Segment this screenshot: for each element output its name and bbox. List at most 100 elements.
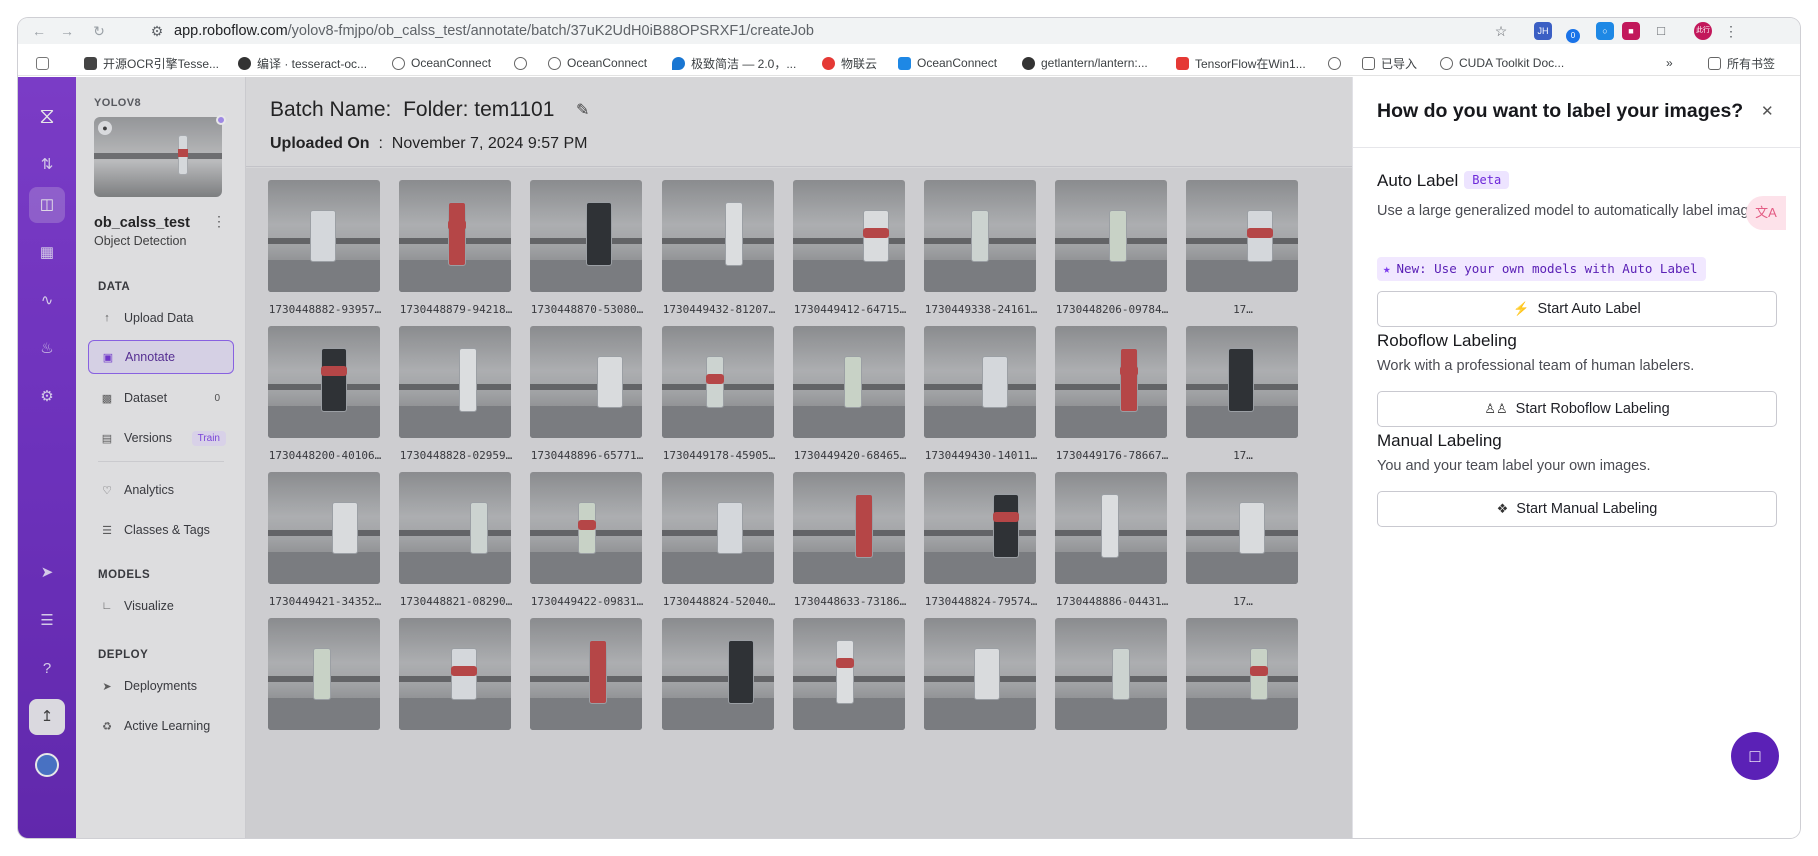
image-thumbnail[interactable] <box>1186 618 1298 730</box>
back-arrow-icon[interactable]: ← <box>30 22 48 40</box>
forward-arrow-icon[interactable]: → <box>58 22 76 40</box>
pencil-icon[interactable]: ✎ <box>576 100 589 120</box>
image-thumbnail[interactable] <box>399 326 511 438</box>
notification-bell-icon[interactable]: ♨ <box>29 331 65 367</box>
batch-name: Batch Name: Folder: tem1101 <box>270 98 554 122</box>
bookmark-item[interactable]: 编译 · tesseract-oc... <box>238 55 367 71</box>
image-thumbnail[interactable] <box>399 472 511 584</box>
sidebar-item-annotate[interactable]: ▣ Annotate <box>88 340 234 374</box>
image-thumbnail[interactable] <box>1055 472 1167 584</box>
extension-jh-icon[interactable]: JH <box>1534 22 1552 40</box>
extension-badge[interactable]: 0 <box>1566 29 1580 43</box>
image-thumbnail[interactable] <box>1186 180 1298 292</box>
translate-float-button[interactable]: 文A <box>1746 196 1786 230</box>
sidebar-item-dataset[interactable]: ▩ Dataset 0 <box>88 381 234 415</box>
image-thumbnail[interactable] <box>399 180 511 292</box>
roboflow-logo-icon[interactable]: ⧖ <box>29 98 65 134</box>
url-text[interactable]: app.roboflow.com/yolov8-fmjpo/ob_calss_t… <box>174 23 814 39</box>
address-bar[interactable]: ⚙ app.roboflow.com/yolov8-fmjpo/ob_calss… <box>140 20 1520 42</box>
chat-icon[interactable]: □ <box>1731 732 1779 780</box>
project-thumbnail[interactable]: ● <box>94 117 222 197</box>
image-thumbnail[interactable] <box>268 180 380 292</box>
image-thumbnail[interactable] <box>1186 472 1298 584</box>
start-auto-label-button[interactable]: ⚡ Start Auto Label <box>1377 291 1777 327</box>
help-icon[interactable]: ? <box>29 651 65 687</box>
reload-icon[interactable]: ↻ <box>90 22 108 40</box>
image-thumbnail[interactable] <box>924 180 1036 292</box>
image-thumbnail[interactable] <box>1055 180 1167 292</box>
auto-label-new-chip-text: New: Use your own models with Auto Label <box>1396 261 1698 276</box>
sidebar-item-analytics[interactable]: ♡ Analytics <box>88 473 234 507</box>
workspace-tag[interactable]: YOLOV8 <box>94 97 141 109</box>
image-thumbnail[interactable] <box>793 618 905 730</box>
site-settings-icon[interactable]: ⚙ <box>148 22 166 40</box>
image-thumbnail[interactable] <box>924 472 1036 584</box>
sidebar-item-visualize[interactable]: ∟ Visualize <box>88 589 234 623</box>
sidebar-item-versions[interactable]: ▤ Versions Train <box>88 421 234 455</box>
profile-avatar[interactable]: 此行 <box>1694 22 1712 40</box>
image-thumbnail[interactable] <box>793 180 905 292</box>
image-thumbnail[interactable] <box>924 326 1036 438</box>
bookmark-item[interactable]: OceanConnect <box>392 55 491 71</box>
user-avatar[interactable] <box>29 747 65 783</box>
extension-red-icon[interactable]: ■ <box>1622 22 1640 40</box>
start-manual-labeling-button[interactable]: ❖ Start Manual Labeling <box>1377 491 1777 527</box>
analytics-chart-icon[interactable]: ∿ <box>29 283 65 319</box>
image-thumbnail[interactable] <box>268 326 380 438</box>
workflow-icon[interactable]: ▦ <box>29 235 65 271</box>
image-thumbnail[interactable] <box>530 472 642 584</box>
sidebar-item-classes-tags[interactable]: ☰ Classes & Tags <box>88 513 234 547</box>
all-bookmarks-button[interactable]: 所有书签 <box>1708 55 1775 71</box>
rocket-icon[interactable]: ➤ <box>29 555 65 591</box>
image-thumbnail[interactable] <box>793 326 905 438</box>
sort-arrows-icon[interactable]: ⇅ <box>29 147 65 183</box>
image-thumbnail[interactable] <box>1055 326 1167 438</box>
globe-icon <box>392 56 405 70</box>
image-thumbnail[interactable] <box>268 618 380 730</box>
start-roboflow-labeling-button[interactable]: ♙♙ Start Roboflow Labeling <box>1377 391 1777 427</box>
sidebar-item-upload-data[interactable]: ↑ Upload Data <box>88 301 234 335</box>
project-menu-icon[interactable]: ⋮ <box>212 213 226 230</box>
bookmarks-overflow-button[interactable]: » <box>1666 55 1673 71</box>
image-thumbnail[interactable] <box>399 618 511 730</box>
sidebar-item-active-learning[interactable]: ♻ Active Learning <box>88 709 234 743</box>
image-thumbnail[interactable] <box>530 180 642 292</box>
bookmark-item[interactable]: OceanConnect <box>898 55 997 71</box>
image-caption: 1730448633-73186… <box>793 595 907 608</box>
lightning-icon: ⚡ <box>1513 301 1530 316</box>
image-thumbnail[interactable] <box>924 618 1036 730</box>
inbox-icon[interactable]: ◫ <box>29 187 65 223</box>
bookmark-item[interactable]: OceanConnect <box>548 55 647 71</box>
settings-gear-icon[interactable]: ⚙ <box>29 379 65 415</box>
image-thumbnail[interactable] <box>530 326 642 438</box>
bookmark-item[interactable]: CUDA Toolkit Doc... <box>1440 55 1564 71</box>
image-thumbnail[interactable] <box>1186 326 1298 438</box>
sidebar-item-deployments[interactable]: ➤ Deployments <box>88 669 234 703</box>
image-thumbnail[interactable] <box>662 618 774 730</box>
apps-grid-icon[interactable] <box>36 55 55 71</box>
translate-extension-icon[interactable]: ○ <box>1596 22 1614 40</box>
library-books-icon[interactable]: ☰ <box>29 603 65 639</box>
bookmark-item[interactable] <box>514 55 533 71</box>
image-thumbnail[interactable] <box>268 472 380 584</box>
close-icon[interactable]: ✕ <box>1761 102 1774 120</box>
image-thumbnail[interactable] <box>530 618 642 730</box>
bookmark-star-icon[interactable]: ☆ <box>1492 22 1510 40</box>
image-thumbnail[interactable] <box>793 472 905 584</box>
bookmark-item[interactable]: getlantern/lantern:... <box>1022 55 1148 71</box>
bookmark-item[interactable] <box>1328 55 1347 71</box>
bookmark-folder[interactable]: 已导入 <box>1362 55 1417 71</box>
bookmark-item[interactable]: 极致简洁 — 2.0，... <box>672 55 796 71</box>
extensions-puzzle-icon[interactable]: □ <box>1652 22 1670 40</box>
browser-menu-icon[interactable]: ⋮ <box>1722 22 1740 40</box>
sidebar-item-label: Analytics <box>124 483 175 497</box>
upload-icon[interactable]: ↥ <box>29 699 65 735</box>
bookmark-item[interactable]: TensorFlow在Win1... <box>1176 55 1306 71</box>
image-thumbnail[interactable] <box>662 472 774 584</box>
image-thumbnail[interactable] <box>662 180 774 292</box>
bookmark-item[interactable]: 开源OCR引擎Tesse... <box>84 55 219 71</box>
bookmark-item[interactable]: 物联云 <box>822 55 877 71</box>
image-thumbnail[interactable] <box>662 326 774 438</box>
image-thumbnail[interactable] <box>1055 618 1167 730</box>
auto-label-new-chip[interactable]: ★ New: Use your own models with Auto Labe… <box>1377 257 1706 281</box>
